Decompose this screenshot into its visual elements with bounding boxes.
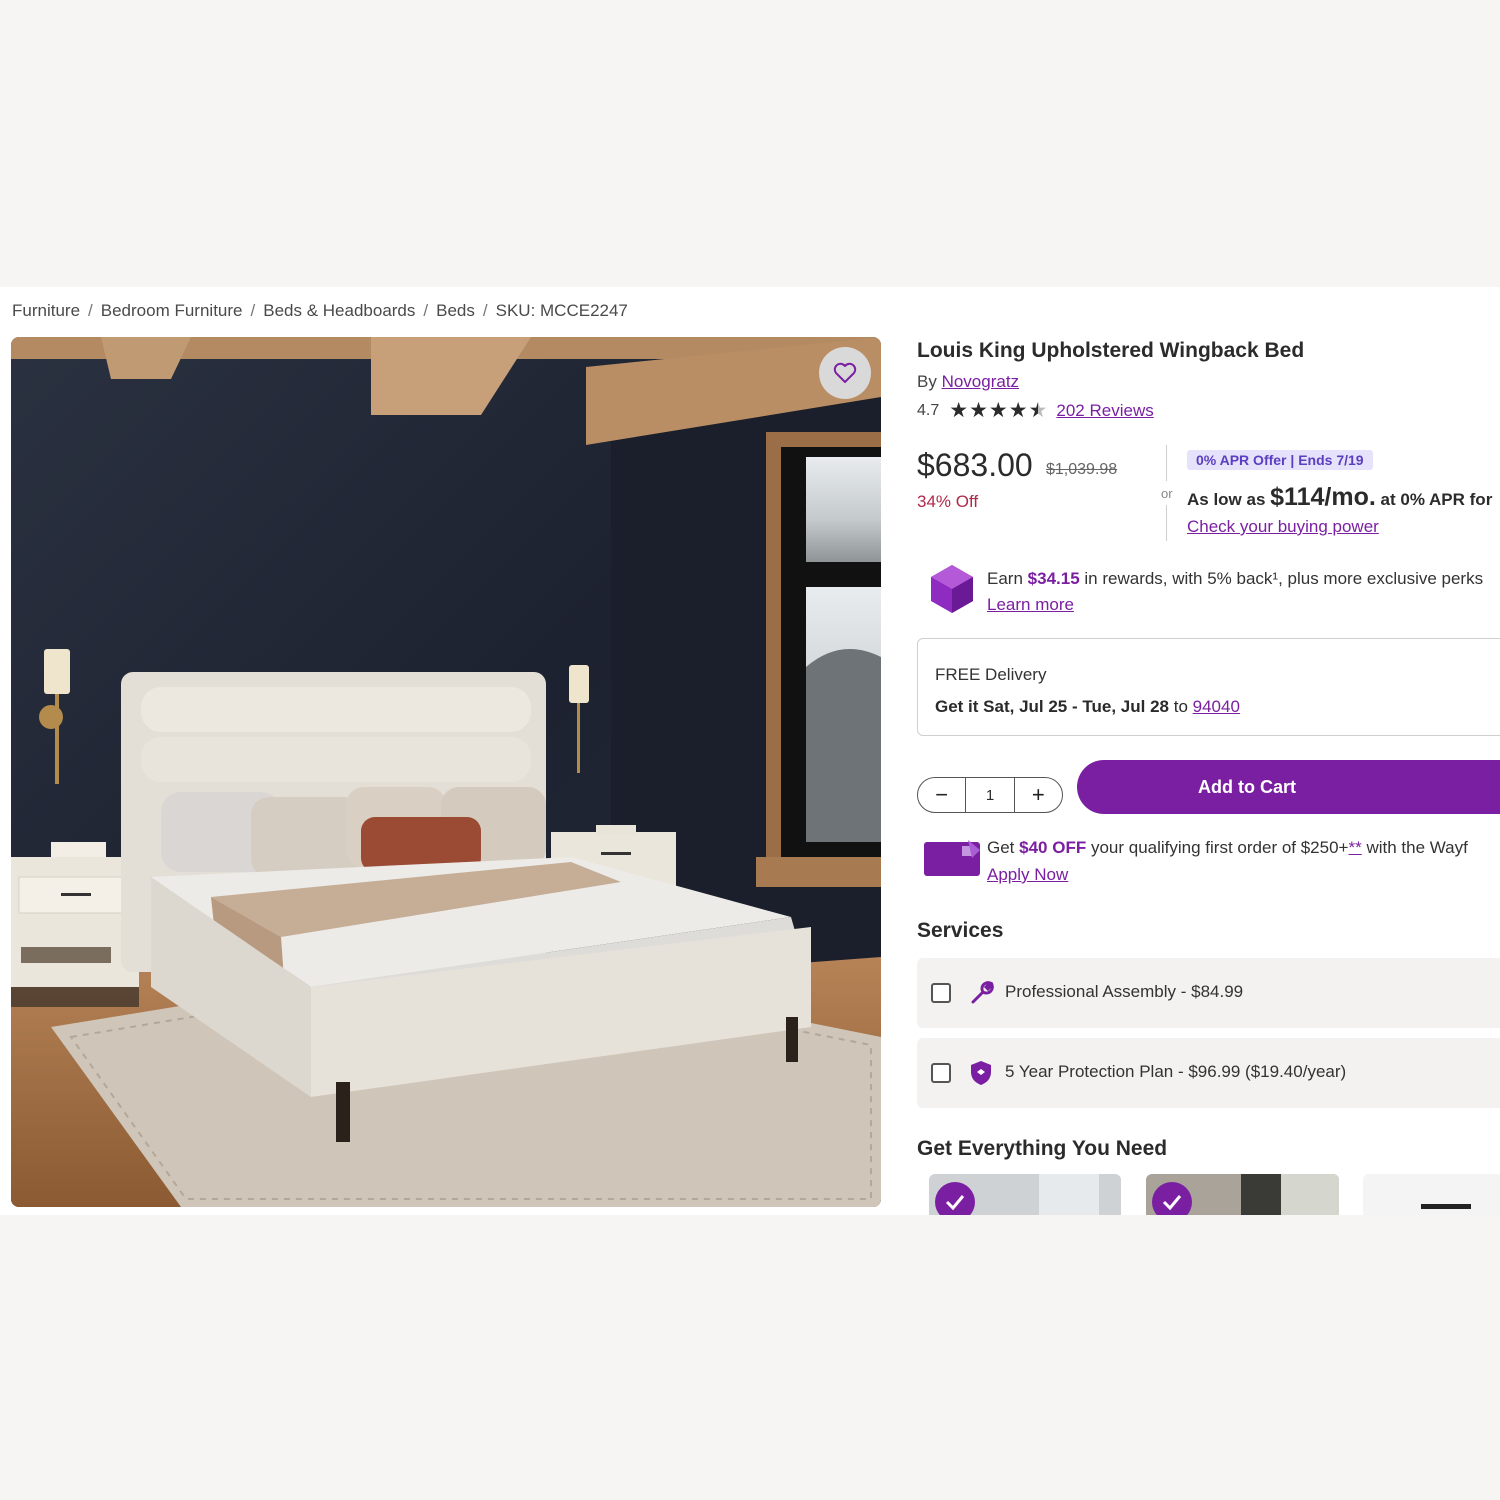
service-protection-plan[interactable]: 5 Year Protection Plan - $96.99 ($19.40/… — [917, 1038, 1500, 1108]
protection-plan-label: 5 Year Protection Plan - $96.99 ($19.40/… — [1005, 1062, 1347, 1081]
learn-more-link[interactable]: Learn more — [987, 595, 1074, 615]
monthly-price: $114/mo. — [1270, 483, 1376, 511]
product-thumbnail-image — [1421, 1204, 1471, 1209]
favorite-button[interactable] — [819, 347, 871, 399]
brand-line: By Novogratz — [917, 372, 1019, 392]
card-offer-text: Get $40 OFF your qualifying first order … — [987, 838, 1468, 858]
half-star-icon: ★ — [1028, 399, 1048, 422]
reviews-link[interactable]: 202 Reviews — [1056, 401, 1153, 421]
decrease-quantity-button[interactable]: − — [918, 778, 965, 812]
check-buying-power-link[interactable]: Check your buying power — [1187, 517, 1379, 537]
assembly-label: Professional Assembly - $84.99 — [1005, 982, 1244, 1001]
zip-code-link[interactable]: 94040 — [1193, 697, 1240, 716]
breadcrumb-separator: / — [250, 301, 256, 320]
breadcrumb-furniture[interactable]: Furniture — [12, 301, 80, 321]
as-low-label: As low as — [1187, 490, 1266, 509]
offer-middle: your qualifying first order of $250+ — [1090, 838, 1349, 857]
apr-suffix: at 0% APR for — [1380, 490, 1493, 509]
credit-card-icon — [924, 840, 980, 876]
breadcrumb-separator: / — [423, 301, 429, 320]
delivery-title: FREE Delivery — [935, 665, 1047, 684]
delivery-box: FREE Delivery Get it Sat, Jul 25 - Tue, … — [917, 638, 1500, 736]
bedroom-scene-illustration — [11, 337, 881, 1207]
service-assembly[interactable]: Professional Assembly - $84.99 — [917, 958, 1500, 1028]
financing-text: As low as $114/mo. at 0% APR for — [1187, 483, 1492, 512]
product-details: Louis King Upholstered Wingback Bed By N… — [917, 287, 1500, 1215]
divider — [1166, 505, 1167, 541]
breadcrumb-separator: / — [482, 301, 488, 320]
apply-now-link[interactable]: Apply Now — [987, 865, 1068, 885]
current-price: $683.00 — [917, 447, 1033, 483]
rewards-text: Earn $34.15 in rewards, with 5% back¹, p… — [987, 569, 1483, 589]
original-price: $1,039.98 — [1046, 461, 1118, 478]
offer-suffix: with the Wayf — [1366, 838, 1468, 857]
product-page: Furniture / Bedroom Furniture / Beds & H… — [0, 287, 1500, 1215]
rating-row: 4.7 ★ ★ ★ ★ ★ 202 Reviews — [917, 399, 1154, 422]
services-heading: Services — [917, 919, 1004, 942]
delivery-date: Get it Sat, Jul 25 - Tue, Jul 28 to 9404… — [935, 697, 1240, 717]
breadcrumb-sku: SKU: MCCE2247 — [495, 301, 628, 320]
get-everything-heading: Get Everything You Need — [917, 1137, 1168, 1160]
assembly-checkbox[interactable] — [931, 983, 951, 1003]
increase-quantity-button[interactable]: + — [1015, 778, 1062, 812]
quantity-value[interactable]: 1 — [965, 778, 1015, 812]
product-title: Louis King Upholstered Wingback Bed — [917, 339, 1305, 362]
quantity-stepper: − 1 + — [917, 777, 1063, 813]
breadcrumb: Furniture / Bedroom Furniture / Beds & H… — [12, 301, 628, 321]
star-icon: ★ — [988, 399, 1008, 422]
verified-badge-icon — [935, 1174, 1099, 1215]
product-image[interactable] — [11, 337, 881, 1207]
breadcrumb-beds-headboards[interactable]: Beds & Headboards — [263, 301, 415, 321]
rewards-gem-icon — [931, 565, 973, 613]
discount-label: 34% Off — [917, 492, 979, 511]
star-icon: ★ — [1008, 399, 1028, 422]
star-rating: ★ ★ ★ ★ ★ — [949, 399, 1048, 422]
add-to-cart-button[interactable]: Add to Cart — [1077, 760, 1500, 814]
recommended-item-thumbnail[interactable] — [1146, 1174, 1339, 1215]
delivery-date-range: Get it Sat, Jul 25 - Tue, Jul 28 — [935, 697, 1169, 716]
by-label: By — [917, 372, 937, 391]
rewards-prefix: Earn — [987, 569, 1023, 588]
wrench-icon — [971, 981, 994, 1004]
recommended-item-thumbnail[interactable] — [929, 1174, 1121, 1215]
shield-icon — [971, 1061, 991, 1085]
rating-value: 4.7 — [917, 402, 940, 419]
protection-plan-checkbox[interactable] — [931, 1063, 951, 1083]
recommended-item-thumbnail[interactable] — [1363, 1174, 1500, 1215]
breadcrumb-bedroom-furniture[interactable]: Bedroom Furniture — [101, 301, 243, 321]
delivery-to-label: to — [1173, 697, 1188, 716]
apr-offer-badge: 0% APR Offer | Ends 7/19 — [1187, 450, 1373, 470]
breadcrumb-beds[interactable]: Beds — [436, 301, 475, 321]
divider — [1166, 445, 1167, 481]
or-label: or — [1161, 486, 1173, 501]
offer-amount: $40 OFF — [1019, 838, 1087, 857]
star-icon: ★ — [969, 399, 988, 422]
breadcrumb-separator: / — [88, 301, 93, 320]
verified-badge-icon — [1152, 1174, 1339, 1215]
heart-icon — [833, 362, 857, 383]
rewards-suffix: in rewards, with 5% back¹, plus more exc… — [1084, 569, 1484, 588]
brand-link[interactable]: Novogratz — [942, 372, 1019, 391]
star-icon: ★ — [949, 399, 969, 422]
rewards-amount: $34.15 — [1027, 569, 1080, 588]
offer-footnote-link[interactable]: ** — [1348, 838, 1361, 857]
offer-prefix: Get — [987, 838, 1015, 857]
